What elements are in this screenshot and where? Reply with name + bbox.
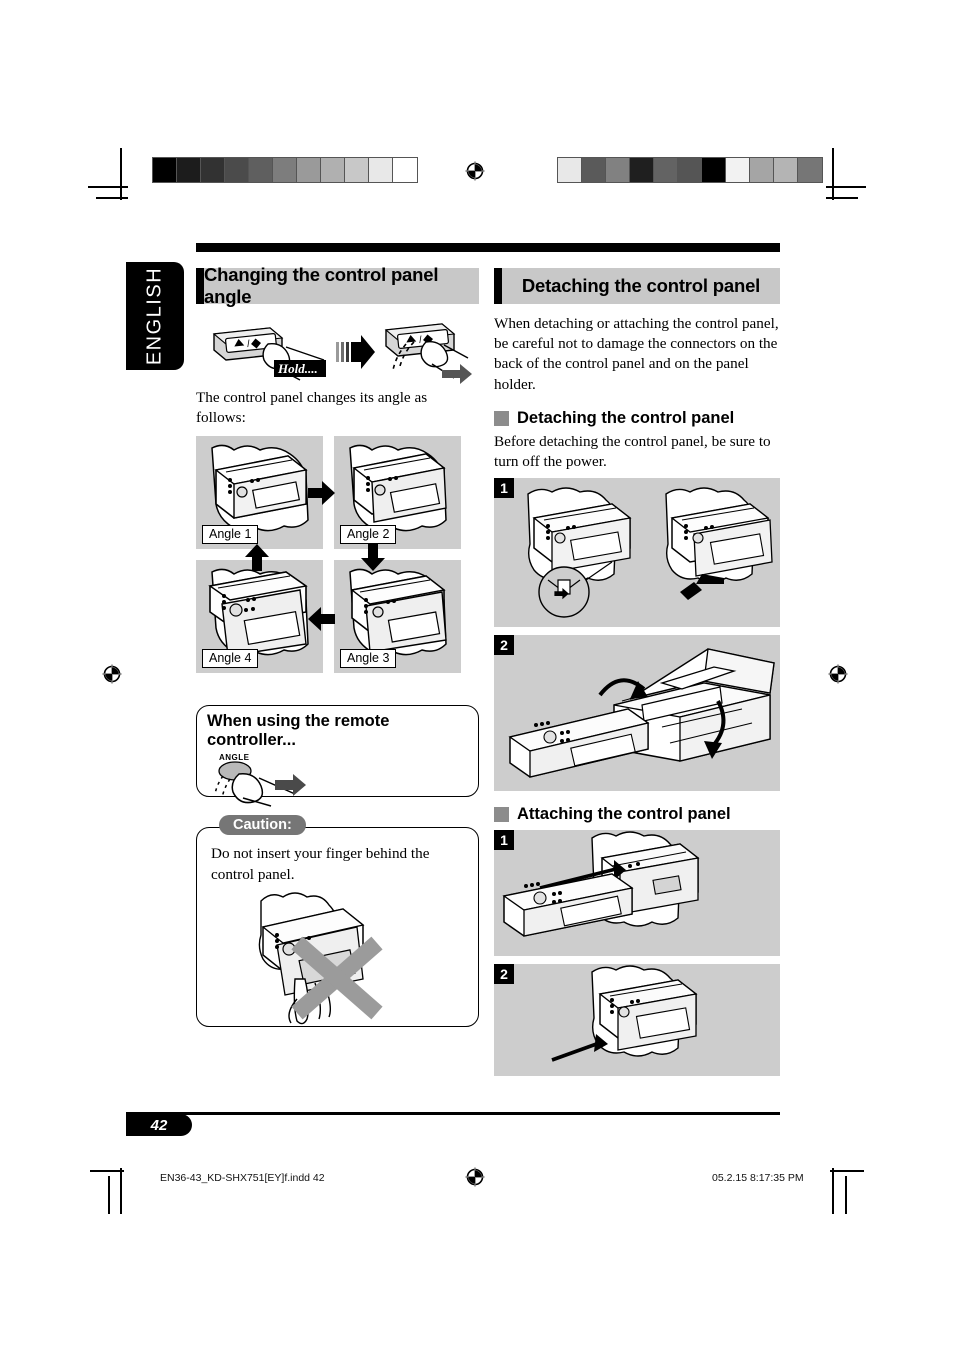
- section-header-body: Changing the control panel angle: [204, 264, 479, 307]
- illustration-press-hold-button: / Hold.... /: [196, 314, 479, 388]
- angle-illustration-2: Angle 2: [334, 436, 461, 550]
- subheading-attaching-label: Attaching the control panel: [517, 805, 731, 824]
- detach-step-1-number: 1: [494, 478, 514, 499]
- footer-rule: [126, 1112, 780, 1115]
- attach-step-1-number: 1: [494, 830, 514, 851]
- angle-illustration-3: Angle 3: [334, 560, 461, 674]
- caution-text: Do not insert your finger behind the con…: [211, 845, 430, 883]
- angle-intro-text: The control panel changes its angle as f…: [196, 389, 428, 427]
- detaching-note-text: Before detaching the control panel, be s…: [494, 432, 771, 471]
- subheading-detaching: Detaching the control panel: [494, 409, 780, 428]
- footer-filename: EN36-43_KD-SHX751[EY]f.indd 42: [160, 1172, 325, 1184]
- section-header-body-2: Detaching the control panel: [502, 268, 780, 304]
- attach-step-1: 1: [494, 830, 780, 957]
- left-column: Changing the control panel angle / Hold.…: [196, 264, 479, 1028]
- section-header-detaching: Detaching the control panel: [494, 268, 780, 304]
- section-title-detaching: Detaching the control panel: [521, 275, 761, 296]
- angle-label-3: Angle 3: [340, 649, 397, 669]
- caution-box: Caution: Do not insert your finger behin…: [196, 815, 479, 1028]
- angle-label-2: Angle 2: [340, 525, 397, 545]
- angle-illustration-1: Angle 1: [196, 436, 323, 550]
- angle-label-1: Angle 1: [202, 525, 259, 545]
- remote-controller-title: When using the remote controller...: [207, 712, 390, 750]
- angle-label-4: Angle 4: [202, 649, 259, 669]
- detaching-intro-text: When detaching or attaching the control …: [494, 315, 779, 393]
- hold-label-text: Hold....: [277, 361, 318, 376]
- bullet-square-icon: [494, 410, 509, 426]
- language-tab: ENGLISH: [126, 262, 184, 370]
- subheading-detaching-label: Detaching the control panel: [517, 408, 735, 427]
- detach-step-2-number: 2: [494, 635, 514, 656]
- caution-illustration: [258, 892, 383, 1025]
- remote-controller-box: When using the remote controller... ANGL…: [196, 705, 479, 808]
- header-rule: [196, 243, 780, 252]
- angle-illustration-4: Angle 4: [196, 560, 323, 674]
- detach-step-2: 2: [494, 635, 780, 792]
- language-tab-label: ENGLISH: [143, 266, 166, 366]
- attach-step-2-number: 2: [494, 964, 514, 985]
- angle-button-label: ANGLE: [219, 753, 250, 762]
- subheading-attaching: Attaching the control panel: [494, 805, 780, 824]
- angle-sequence-grid: Angle 1 Angle 2 Angle 4 Angle 3: [196, 436, 479, 674]
- section-header-changing-angle: Changing the control panel angle: [196, 264, 479, 307]
- page-number-badge: 42: [126, 1114, 192, 1136]
- manual-page: ENGLISH Changing the control panel angle…: [0, 0, 954, 1351]
- section-header-accent-bar-2: [494, 268, 502, 304]
- bullet-square-icon-2: [494, 807, 509, 823]
- detach-step-1: 1: [494, 478, 780, 628]
- section-header-accent-bar: [196, 268, 204, 304]
- block-arrow-right: [336, 335, 375, 369]
- caution-tag: Caution:: [219, 815, 306, 836]
- section-title-changing-angle: Changing the control panel angle: [204, 264, 439, 307]
- attach-step-2: 2: [494, 964, 780, 1077]
- right-column: Detaching the control panel When detachi…: [494, 268, 780, 1077]
- footer-timestamp: 05.2.15 8:17:35 PM: [712, 1172, 804, 1184]
